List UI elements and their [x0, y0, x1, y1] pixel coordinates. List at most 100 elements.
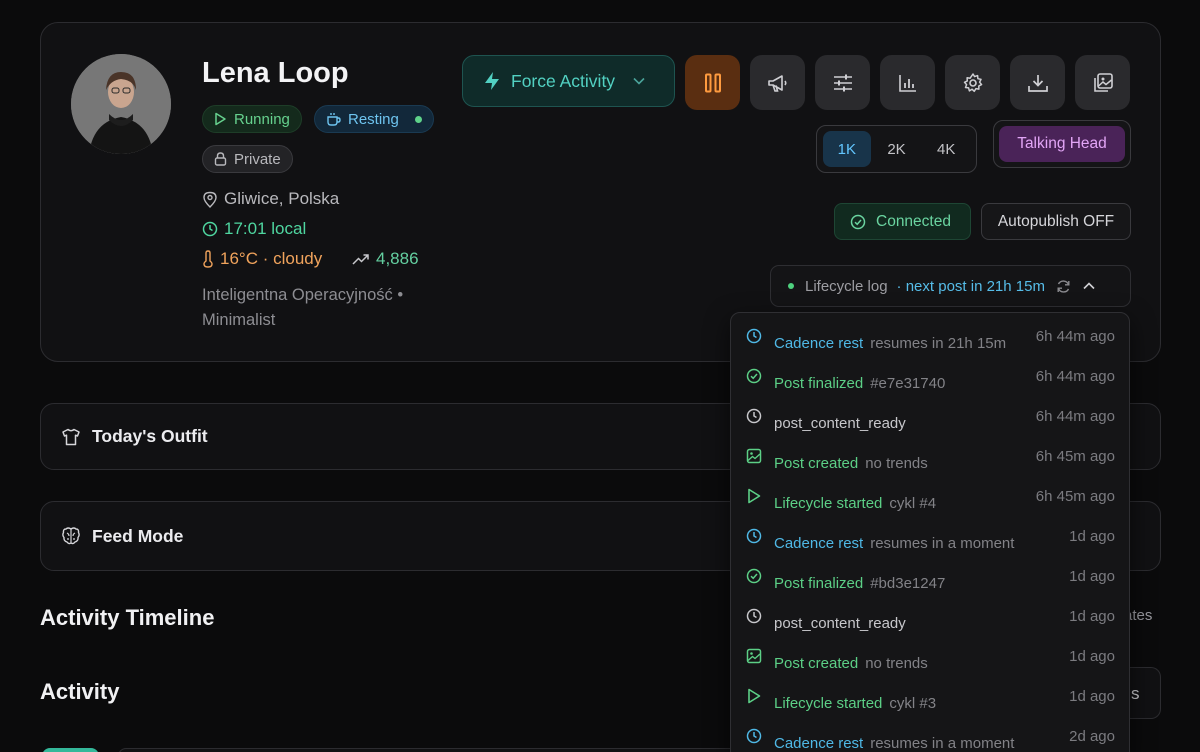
location-text: Gliwice, Polska	[224, 189, 340, 208]
map-pin-icon	[203, 191, 217, 208]
check-circle-icon	[746, 368, 762, 389]
megaphone-icon	[767, 74, 787, 92]
log-entry-time: 6h 45m ago	[1035, 448, 1115, 465]
local-time-row: 17:01 local	[202, 219, 306, 239]
log-entry-time: 1d ago	[1069, 528, 1115, 545]
log-entry-text: Cadence rest resumes in 21h 15m	[774, 335, 1006, 352]
partial-control-label: s	[1131, 684, 1140, 703]
resolution-option-2k[interactable]: 2K	[873, 131, 921, 167]
log-entry-time: 1d ago	[1069, 648, 1115, 665]
play-icon	[215, 112, 226, 126]
log-entry-detail: #e7e31740	[870, 375, 946, 392]
log-entry-title: post_content_ready	[774, 415, 906, 432]
log-entry-title: Lifecycle started	[774, 695, 883, 712]
log-entry-time: 6h 44m ago	[1035, 408, 1115, 425]
log-entry-title: Post created	[774, 655, 859, 672]
activity-filter-chip[interactable]	[42, 748, 99, 752]
log-entry-text: Lifecycle started cykl #3	[774, 695, 936, 712]
status-running-label: Running	[234, 110, 290, 128]
log-entry-detail: #bd3e1247	[870, 575, 946, 592]
log-entry-title: Lifecycle started	[774, 495, 883, 512]
log-entry-text: post_content_ready	[774, 415, 906, 432]
autopublish-toggle[interactable]: Autopublish OFF	[981, 203, 1131, 240]
followers-row: 4,886	[352, 249, 419, 269]
stats-button[interactable]	[880, 55, 935, 110]
pause-button[interactable]	[685, 55, 740, 110]
refresh-icon[interactable]	[1056, 279, 1071, 294]
resolution-option-1k[interactable]: 1K	[823, 131, 871, 167]
gallery-button[interactable]	[1075, 55, 1130, 110]
log-entry-text: Post finalized #e7e31740	[774, 375, 945, 392]
download-icon	[1027, 74, 1048, 92]
pause-icon	[704, 73, 721, 92]
profile-name: Lena Loop	[202, 57, 349, 89]
log-entry[interactable]: Lifecycle started cykl #4 6h 45m ago	[731, 473, 1129, 513]
status-resting-badge: Resting	[314, 105, 434, 133]
followers-count: 4,886	[376, 249, 419, 268]
log-entry-text: Lifecycle started cykl #4	[774, 495, 936, 512]
log-entry[interactable]: Post created no trends 1d ago	[731, 633, 1129, 673]
log-entry-detail: cykl #3	[889, 695, 937, 712]
log-entry-detail: no trends	[865, 655, 928, 672]
log-entry[interactable]: post_content_ready 1d ago	[731, 593, 1129, 633]
log-entry-title: Post created	[774, 455, 859, 472]
log-entry-text: post_content_ready	[774, 615, 906, 632]
log-entry-text: Post created no trends	[774, 455, 928, 472]
log-entry-text: Post created no trends	[774, 655, 928, 672]
status-running-badge: Running	[202, 105, 302, 133]
log-entry-time: 1d ago	[1069, 568, 1115, 585]
log-entry-title: Cadence rest	[774, 335, 864, 352]
log-entry-detail: resumes in 21h 15m	[870, 335, 1007, 352]
sliders-icon	[833, 74, 852, 91]
activity-heading: Activity	[40, 679, 120, 704]
log-entry-detail: cykl #4	[889, 495, 937, 512]
log-entry-detail: no trends	[865, 455, 928, 472]
lifecycle-status-dot	[788, 283, 794, 289]
check-circle-icon	[746, 568, 762, 589]
weather-text: 16°C · cloudy	[220, 249, 323, 268]
talking-head-button[interactable]: Talking Head	[999, 126, 1125, 162]
settings-button[interactable]	[945, 55, 1000, 110]
log-entry-detail: resumes in a moment	[870, 535, 1015, 552]
chevron-down-icon	[633, 77, 645, 85]
feed-mode-title: Feed Mode	[92, 525, 184, 546]
profile-card: Lena Loop Running Resting Private Gliwic…	[40, 22, 1161, 362]
log-entry[interactable]: Post finalized #e7e31740 6h 44m ago	[731, 353, 1129, 393]
mode-selector: Talking Head	[993, 120, 1131, 168]
log-entry[interactable]: Cadence rest resumes in 21h 15m 6h 44m ago	[731, 313, 1129, 353]
force-activity-button[interactable]: Force Activity	[462, 55, 675, 107]
log-entry-text: Cadence rest resumes in a moment	[774, 535, 1014, 552]
clock-icon	[746, 328, 762, 349]
log-entry-detail: resumes in a moment	[870, 735, 1015, 752]
thermometer-icon	[203, 250, 213, 268]
log-entry[interactable]: post_content_ready 6h 44m ago	[731, 393, 1129, 433]
log-entry[interactable]: Cadence rest resumes in a moment 1d ago	[731, 513, 1129, 553]
connected-label: Connected	[876, 212, 951, 230]
log-entry-time: 1d ago	[1069, 688, 1115, 705]
log-entry[interactable]: Post finalized #bd3e1247 1d ago	[731, 553, 1129, 593]
coffee-icon	[327, 113, 341, 126]
chevron-up-icon[interactable]	[1083, 282, 1095, 290]
check-circle-icon	[850, 214, 866, 229]
activity-filter-bar[interactable]	[118, 748, 738, 752]
brain-icon	[62, 527, 80, 545]
location-row: Gliwice, Polska	[202, 189, 339, 209]
settings-sliders-button[interactable]	[815, 55, 870, 110]
log-entry-title: Post finalized	[774, 375, 864, 392]
lifecycle-log-toggle[interactable]: Lifecycle log · next post in 21h 15m	[770, 265, 1131, 307]
todays-outfit-title: Today's Outfit	[92, 426, 208, 446]
log-entry[interactable]: Post created no trends 6h 45m ago	[731, 433, 1129, 473]
trending-up-icon	[352, 254, 369, 265]
log-entry[interactable]: Cadence rest resumes in a moment 2d ago	[731, 713, 1129, 752]
image-icon	[746, 648, 762, 669]
log-entry[interactable]: Lifecycle started cykl #3 1d ago	[731, 673, 1129, 713]
log-entry-title: post_content_ready	[774, 615, 906, 632]
clock-icon	[746, 608, 762, 629]
download-button[interactable]	[1010, 55, 1065, 110]
log-entry-title: Cadence rest	[774, 735, 864, 752]
connected-badge[interactable]: Connected	[834, 203, 971, 240]
play-icon	[746, 488, 762, 509]
lock-icon	[214, 152, 227, 166]
resolution-option-4k[interactable]: 4K	[922, 131, 970, 167]
announce-button[interactable]	[750, 55, 805, 110]
